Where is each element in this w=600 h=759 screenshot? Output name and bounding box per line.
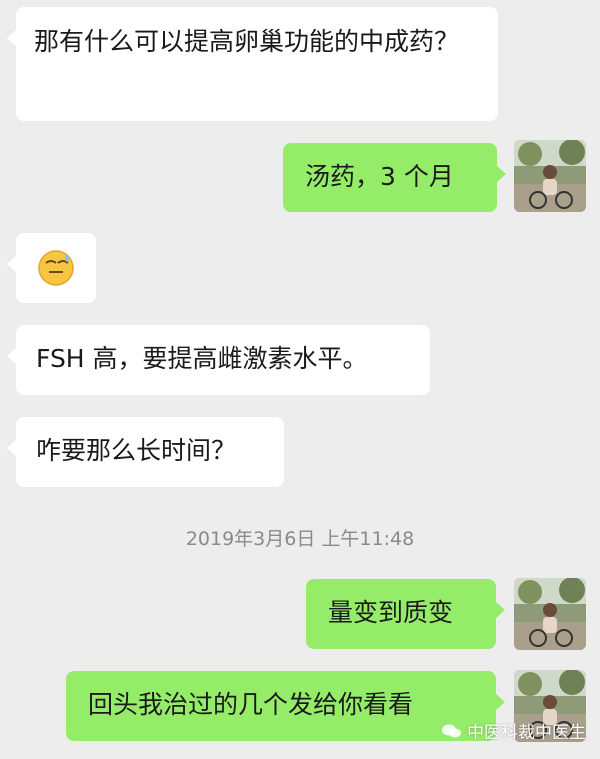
message-text: FSH 高，要提高雌激素水平。 (36, 344, 368, 373)
message-bubble[interactable]: 量变到质变 (306, 579, 505, 649)
message-bubble[interactable]: 那有什么可以提高卵巢功能的中成药？ (7, 7, 498, 121)
watermark-text: 中医科裁中医生 (467, 723, 586, 743)
message-bubble[interactable] (7, 233, 96, 303)
message-text: 汤药，3 个月 (305, 162, 454, 191)
avatar-photo-icon (514, 578, 586, 650)
message-bubble[interactable]: FSH 高，要提高雌激素水平。 (7, 325, 430, 395)
timestamp: 2019年3月6日 上午11:48 (185, 528, 415, 550)
avatar[interactable] (514, 140, 586, 212)
avatar[interactable] (514, 578, 586, 650)
wechat-icon (442, 724, 461, 737)
message-text: 咋要那么长时间？ (36, 436, 237, 465)
sweat-smile-emoji-icon (38, 250, 74, 286)
watermark: 中医科裁中医生 (441, 718, 586, 743)
avatar-photo-icon (514, 140, 586, 212)
message-text: 那有什么可以提高卵巢功能的中成药？ (34, 27, 460, 56)
message-bubble[interactable]: 咋要那么长时间？ (7, 417, 284, 487)
message-bubble[interactable]: 回头我治过的几个发给你看看 (66, 671, 505, 741)
message-text: 回头我治过的几个发给你看看 (88, 690, 414, 719)
message-text: 量变到质变 (328, 598, 454, 627)
message-bubble[interactable]: 汤药，3 个月 (283, 143, 506, 212)
